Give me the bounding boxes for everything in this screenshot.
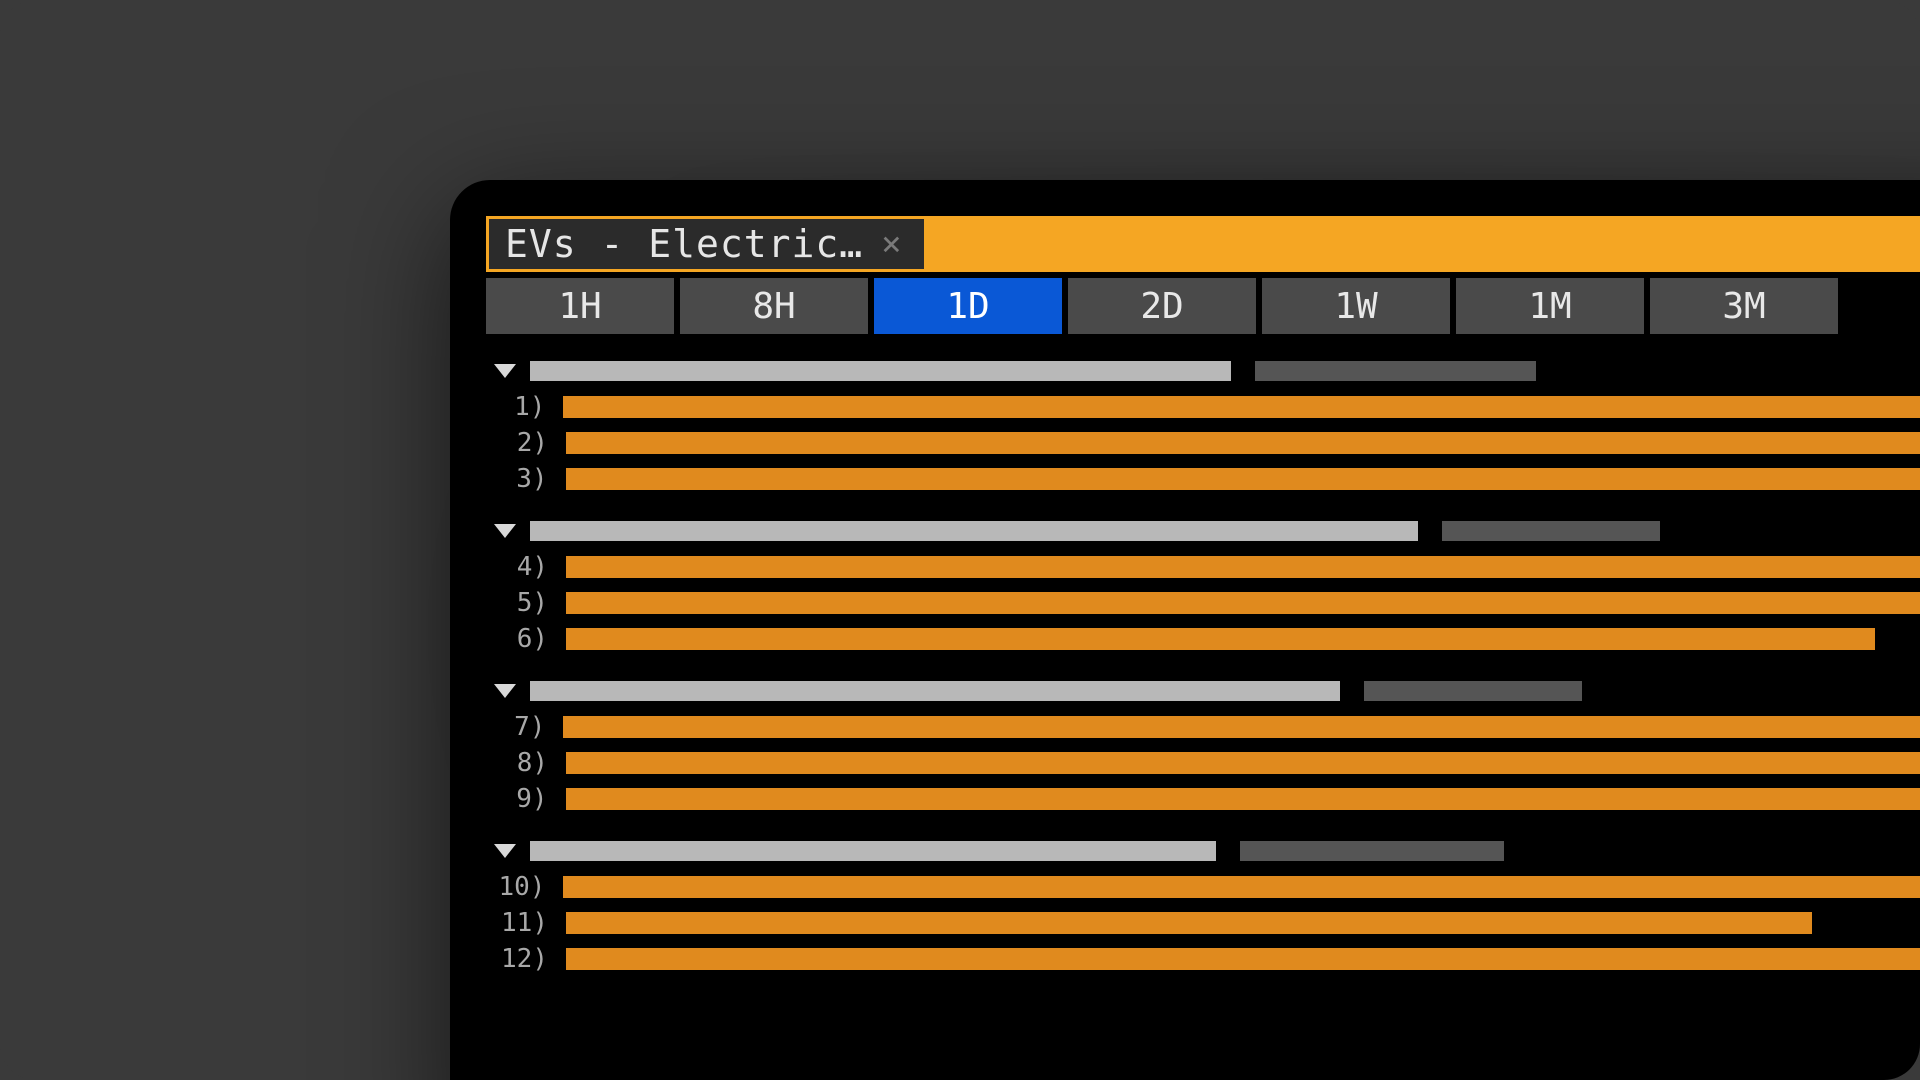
list-item[interactable]: 4) — [492, 552, 1920, 582]
row-bar — [563, 716, 1920, 738]
list-item[interactable]: 9) — [492, 784, 1920, 814]
row-number: 1) — [492, 392, 545, 422]
result-group: 7) 8) 9) — [492, 680, 1920, 814]
header-bar-primary — [530, 841, 1216, 861]
tab-evs[interactable]: EVs - Electric… × — [486, 216, 927, 272]
row-number: 5) — [492, 588, 548, 618]
group-header[interactable] — [492, 680, 1920, 702]
list-item[interactable]: 6) — [492, 624, 1920, 654]
list-item[interactable]: 10) — [492, 872, 1920, 902]
group-header[interactable] — [492, 360, 1920, 382]
result-group: 10) 11) 12) — [492, 840, 1920, 974]
header-bar-primary — [530, 361, 1231, 381]
row-number: 10) — [492, 872, 545, 902]
terminal-window: EVs - Electric… × 1H8H1D2D1W1M3M 1) 2) 3) 4… — [450, 180, 1920, 1080]
row-bar — [566, 788, 1920, 810]
chevron-down-icon — [494, 524, 516, 538]
row-number: 11) — [492, 908, 548, 938]
row-bar — [563, 876, 1920, 898]
header-bar-secondary — [1364, 681, 1582, 701]
list-item[interactable]: 11) — [492, 908, 1920, 938]
result-group: 4) 5) 6) — [492, 520, 1920, 654]
list-item[interactable]: 5) — [492, 588, 1920, 618]
close-icon[interactable]: × — [881, 227, 901, 261]
list-item[interactable]: 1) — [492, 392, 1920, 422]
row-number: 3) — [492, 464, 548, 494]
list-item[interactable]: 3) — [492, 464, 1920, 494]
row-bar — [566, 948, 1920, 970]
range-1d[interactable]: 1D — [874, 278, 1062, 334]
header-bar-secondary — [1240, 841, 1505, 861]
row-number: 6) — [492, 624, 548, 654]
group-header[interactable] — [492, 840, 1920, 862]
row-number: 4) — [492, 552, 548, 582]
list-item[interactable]: 12) — [492, 944, 1920, 974]
header-bar-primary — [530, 521, 1418, 541]
row-bar — [566, 912, 1812, 934]
row-number: 8) — [492, 748, 548, 778]
row-bar — [566, 628, 1875, 650]
row-number: 12) — [492, 944, 548, 974]
row-bar — [566, 556, 1920, 578]
range-3m[interactable]: 3M — [1650, 278, 1838, 334]
tab-label: EVs - Electric… — [505, 222, 863, 266]
range-1w[interactable]: 1W — [1262, 278, 1450, 334]
range-8h[interactable]: 8H — [680, 278, 868, 334]
range-1h[interactable]: 1H — [486, 278, 674, 334]
row-number: 7) — [492, 712, 545, 742]
list-item[interactable]: 8) — [492, 748, 1920, 778]
range-1m[interactable]: 1M — [1456, 278, 1644, 334]
list-item[interactable]: 2) — [492, 428, 1920, 458]
row-number: 9) — [492, 784, 548, 814]
row-bar — [563, 396, 1920, 418]
header-bar-secondary — [1255, 361, 1535, 381]
row-bar — [566, 432, 1920, 454]
title-bar: EVs - Electric… × — [486, 216, 1920, 272]
result-group: 1) 2) 3) — [492, 360, 1920, 494]
range-2d[interactable]: 2D — [1068, 278, 1256, 334]
stage: EVs - Electric… × 1H8H1D2D1W1M3M 1) 2) 3) 4… — [0, 0, 1920, 1080]
chevron-down-icon — [494, 364, 516, 378]
header-bar-primary — [530, 681, 1340, 701]
results-list: 1) 2) 3) 4) 5) 6) 7) 8) 9) 10) 11) 12) — [486, 360, 1920, 974]
row-bar — [566, 592, 1920, 614]
list-item[interactable]: 7) — [492, 712, 1920, 742]
range-selector: 1H8H1D2D1W1M3M — [486, 278, 1920, 334]
row-bar — [566, 468, 1920, 490]
chevron-down-icon — [494, 684, 516, 698]
header-bar-secondary — [1442, 521, 1660, 541]
group-header[interactable] — [492, 520, 1920, 542]
chevron-down-icon — [494, 844, 516, 858]
row-number: 2) — [492, 428, 548, 458]
row-bar — [566, 752, 1920, 774]
